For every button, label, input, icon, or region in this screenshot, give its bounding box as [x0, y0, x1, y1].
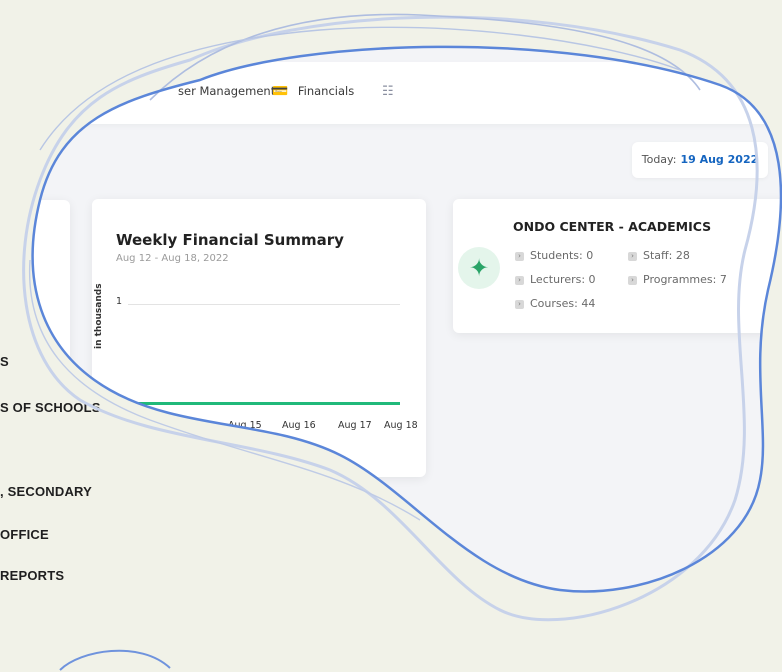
outline-stroke-thin [28, 259, 421, 521]
outline-stroke-light [22, 15, 759, 622]
outline-stroke-bottom [59, 649, 171, 671]
blob-outline-ornament [22, 13, 782, 671]
outline-stroke-thin [39, 26, 681, 151]
outline-stroke-main [31, 45, 782, 593]
